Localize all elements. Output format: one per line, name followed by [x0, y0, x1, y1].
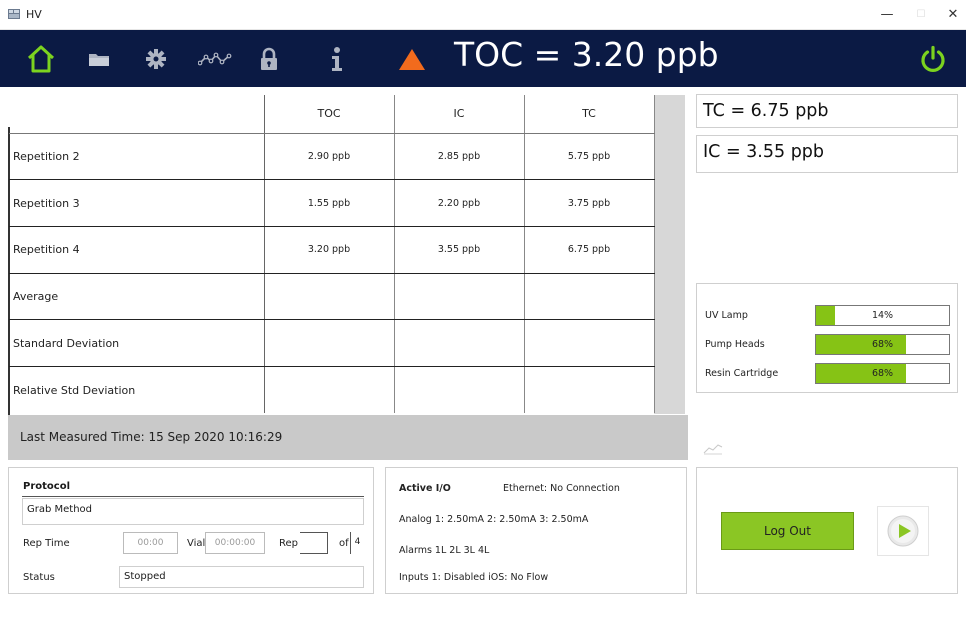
cell-ic: [394, 273, 525, 321]
cell-toc: 1.55 ppb: [264, 179, 395, 227]
app-icon: [8, 9, 20, 19]
warning-triangle-icon[interactable]: [396, 42, 428, 76]
rep-time-field[interactable]: 00:00: [123, 532, 178, 554]
cell-tc: 5.75 ppb: [524, 133, 655, 181]
folder-icon[interactable]: [86, 42, 112, 76]
vial-label: Vial: [187, 538, 206, 549]
active-io-heading: Active I/O: [399, 483, 451, 494]
vial-field[interactable]: 00:00:00: [205, 532, 265, 554]
maximize-button[interactable]: ☐: [906, 4, 936, 26]
consumable-percent: 68%: [871, 339, 894, 350]
protocol-method-field[interactable]: Grab Method: [22, 498, 364, 525]
table-row: Repetition 2 2.90 ppb 2.85 ppb 5.75 ppb: [9, 133, 655, 181]
consumable-percent: 14%: [871, 310, 894, 321]
row-label: Average: [9, 273, 265, 321]
cell-toc: 2.90 ppb: [264, 133, 395, 181]
consumable-label: Pump Heads: [705, 339, 765, 350]
column-header-tc: TC: [524, 95, 655, 134]
protocol-heading: Protocol: [23, 481, 71, 492]
footer-area: [8, 600, 958, 632]
cell-tc: 3.75 ppb: [524, 179, 655, 227]
last-measured-time: Last Measured Time: 15 Sep 2020 10:16:29: [8, 415, 688, 460]
window-titlebar: HV — ☐ ✕: [0, 0, 966, 30]
consumable-bar: 68%: [815, 363, 950, 384]
consumable-label: Resin Cartridge: [705, 368, 779, 379]
cell-toc: [264, 366, 395, 414]
row-label: Relative Std Deviation: [9, 366, 265, 414]
status-field: Stopped: [119, 566, 364, 588]
tc-reading: TC = 6.75 ppb: [696, 94, 958, 128]
table-row: Relative Std Deviation: [9, 366, 655, 414]
info-icon[interactable]: [326, 42, 348, 76]
table-row: Average: [9, 273, 655, 321]
logout-button[interactable]: Log Out: [721, 512, 854, 550]
consumable-bar: 68%: [815, 334, 950, 355]
consumable-row: UV Lamp 14%: [697, 304, 959, 328]
trend-icon[interactable]: [198, 42, 232, 76]
consumable-bar: 14%: [815, 305, 950, 326]
table-scroll-area[interactable]: [654, 95, 685, 414]
window-title: HV: [26, 8, 42, 21]
play-icon: [887, 515, 919, 547]
row-label: Repetition 3: [9, 179, 265, 227]
table-row: Repetition 4 3.20 ppb 3.55 ppb 6.75 ppb: [9, 226, 655, 274]
consumable-row: Pump Heads 68%: [697, 333, 959, 357]
cell-ic: 2.20 ppb: [394, 179, 525, 227]
table-row: Repetition 3 1.55 ppb 2.20 ppb 3.75 ppb: [9, 179, 655, 227]
row-label: Repetition 2: [9, 133, 265, 181]
home-icon[interactable]: [24, 42, 58, 76]
protocol-divider: [22, 496, 364, 497]
close-button[interactable]: ✕: [938, 4, 966, 26]
actions-panel: Log Out: [696, 467, 958, 594]
gear-icon[interactable]: [144, 42, 168, 76]
row-label: Repetition 4: [9, 226, 265, 274]
ic-reading: IC = 3.55 ppb: [696, 135, 958, 173]
cell-ic: 3.55 ppb: [394, 226, 525, 274]
consumable-percent: 68%: [871, 368, 894, 379]
cell-ic: 2.85 ppb: [394, 133, 525, 181]
rep-label: Rep: [279, 538, 298, 549]
cell-toc: [264, 273, 395, 321]
consumables-panel: UV Lamp 14% Pump Heads 68% Resin Cartrid…: [696, 283, 958, 393]
consumable-row: Resin Cartridge 68%: [697, 362, 959, 386]
column-header-ic: IC: [394, 95, 525, 134]
cell-tc: [524, 273, 655, 321]
inputs-status: Inputs 1: Disabled iOS: No Flow: [399, 572, 549, 583]
start-button[interactable]: [877, 506, 929, 556]
consumable-label: UV Lamp: [705, 310, 748, 321]
lock-icon[interactable]: [258, 42, 280, 76]
rep-total-field[interactable]: 4: [350, 532, 364, 554]
cell-ic: [394, 319, 525, 367]
table-header-row: TOC IC TC: [9, 95, 655, 134]
protocol-panel: Protocol Grab Method Rep Time 00:00 Vial…: [8, 467, 374, 594]
analog-outputs: Analog 1: 2.50mA 2: 2.50mA 3: 2.50mA: [399, 514, 589, 525]
active-io-panel: Active I/O Ethernet: No Connection Analo…: [385, 467, 687, 594]
power-icon[interactable]: [918, 42, 948, 76]
cell-tc: [524, 319, 655, 367]
cell-ic: [394, 366, 525, 414]
alarms-status: Alarms 1L 2L 3L 4L: [399, 545, 490, 556]
sparkline-icon: [703, 444, 723, 455]
rep-field[interactable]: [300, 532, 328, 554]
cell-tc: 6.75 ppb: [524, 226, 655, 274]
column-header-toc: TOC: [264, 95, 395, 134]
header-corner-cell: [9, 95, 265, 134]
ethernet-status: Ethernet: No Connection: [503, 483, 620, 494]
of-label: of: [339, 538, 349, 549]
status-label: Status: [23, 572, 55, 583]
cell-toc: 3.20 ppb: [264, 226, 395, 274]
row-label: Standard Deviation: [9, 319, 265, 367]
results-table: TOC IC TC Repetition 2 2.90 ppb 2.85 ppb…: [9, 95, 655, 414]
toc-reading: TOC = 3.20 ppb: [454, 35, 719, 74]
minimize-button[interactable]: —: [872, 4, 902, 26]
table-row: Standard Deviation: [9, 319, 655, 367]
cell-toc: [264, 319, 395, 367]
cell-tc: [524, 366, 655, 414]
rep-time-label: Rep Time: [23, 538, 70, 549]
